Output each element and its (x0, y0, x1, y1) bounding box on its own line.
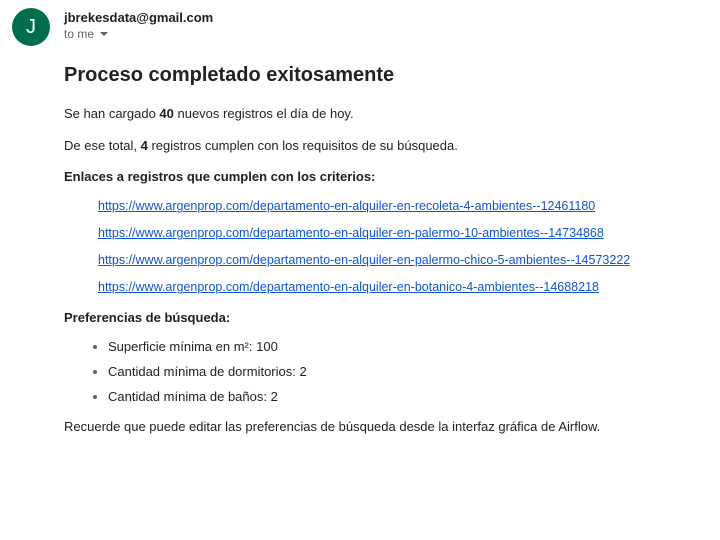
link-row: https://www.argenprop.com/departamento-e… (98, 198, 690, 213)
link-row: https://www.argenprop.com/departamento-e… (98, 279, 690, 294)
pref-item: Cantidad mínima de baños: 2 (108, 389, 690, 404)
links-block: https://www.argenprop.com/departamento-e… (64, 198, 690, 294)
avatar[interactable]: J (12, 8, 50, 46)
text: De ese total, (64, 138, 141, 153)
email-body: Proceso completado exitosamente Se han c… (12, 64, 700, 437)
footer-note: Recuerde que puede editar las preferenci… (64, 418, 690, 436)
sender-email[interactable]: jbrekesdata@gmail.com (64, 10, 213, 25)
text: Se han cargado (64, 106, 159, 121)
pref-item: Superficie mínima en m²: 100 (108, 339, 690, 354)
chevron-down-icon (100, 32, 108, 36)
sender-block: jbrekesdata@gmail.com to me (64, 8, 213, 41)
email-message: J jbrekesdata@gmail.com to me Proceso co… (0, 0, 720, 471)
record-link[interactable]: https://www.argenprop.com/departamento-e… (98, 226, 604, 240)
link-row: https://www.argenprop.com/departamento-e… (98, 252, 690, 267)
links-heading: Enlaces a registros que cumplen con los … (64, 169, 690, 184)
prefs-list: Superficie mínima en m²: 100 Cantidad mí… (64, 339, 690, 404)
recipient-line[interactable]: to me (64, 27, 213, 41)
pref-item: Cantidad mínima de dormitorios: 2 (108, 364, 690, 379)
matching-records-line: De ese total, 4 registros cumplen con lo… (64, 137, 690, 155)
matching-count: 4 (141, 138, 148, 153)
loaded-count: 40 (159, 106, 173, 121)
email-header: J jbrekesdata@gmail.com to me (12, 8, 700, 46)
record-link[interactable]: https://www.argenprop.com/departamento-e… (98, 199, 595, 213)
body-title: Proceso completado exitosamente (64, 64, 690, 87)
text: registros cumplen con los requisitos de … (148, 138, 458, 153)
record-link[interactable]: https://www.argenprop.com/departamento-e… (98, 280, 599, 294)
link-row: https://www.argenprop.com/departamento-e… (98, 225, 690, 240)
record-link[interactable]: https://www.argenprop.com/departamento-e… (98, 253, 630, 267)
text: nuevos registros el día de hoy. (174, 106, 354, 121)
loaded-records-line: Se han cargado 40 nuevos registros el dí… (64, 105, 690, 123)
prefs-heading: Preferencias de búsqueda: (64, 310, 690, 325)
recipient-label: to me (64, 27, 94, 41)
